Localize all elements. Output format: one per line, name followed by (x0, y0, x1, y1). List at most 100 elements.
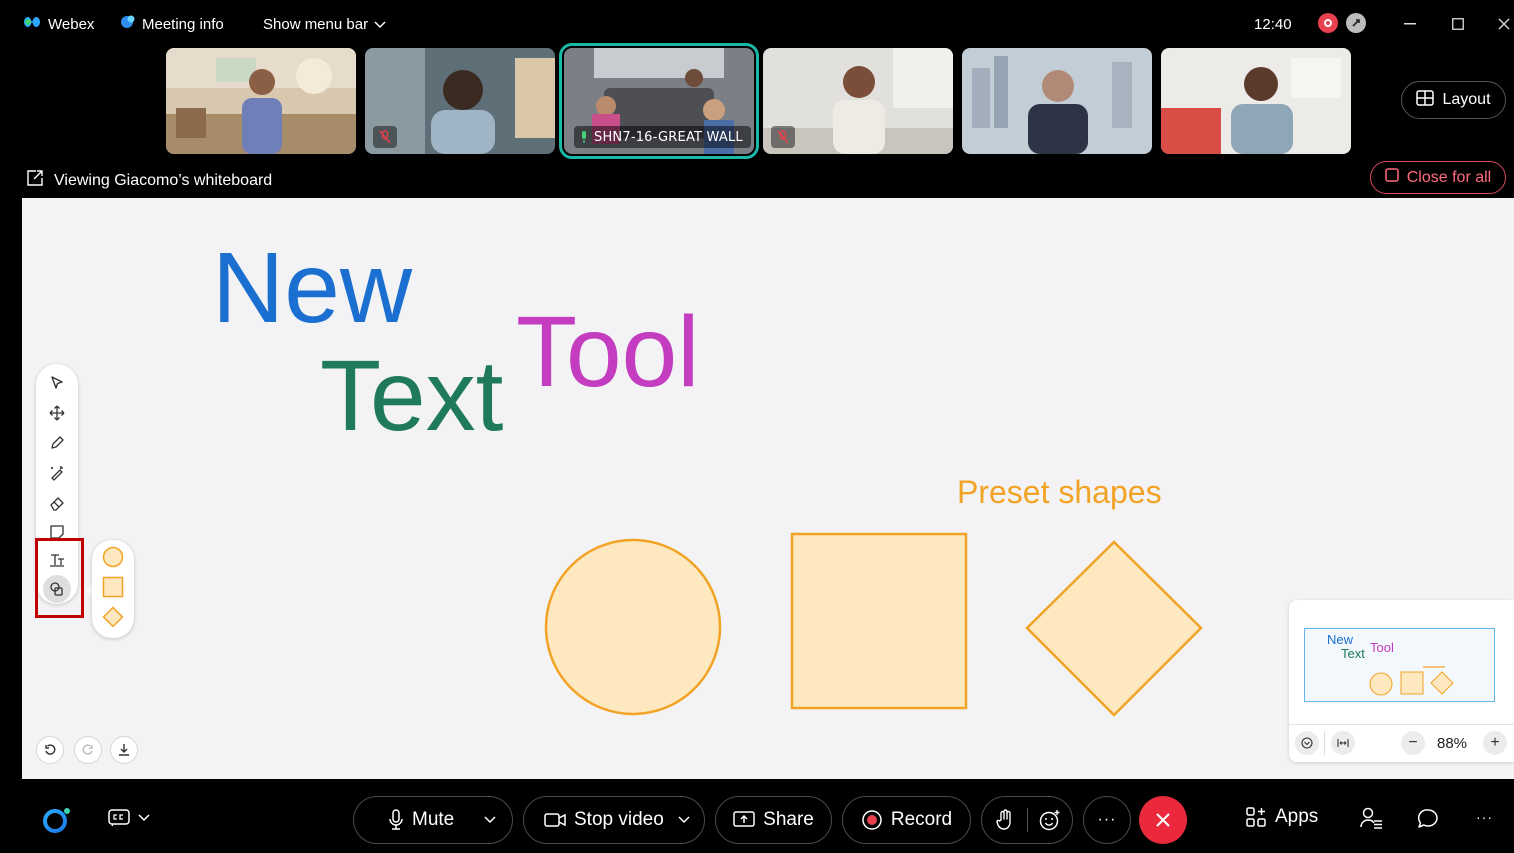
fit-width-icon (1337, 739, 1349, 747)
participants-icon (1360, 807, 1382, 829)
select-tool[interactable] (43, 369, 71, 397)
redo-button[interactable] (74, 736, 102, 764)
meeting-info-button[interactable]: Meeting info (120, 14, 224, 34)
chat-icon (1417, 809, 1438, 828)
close-icon (1498, 18, 1510, 30)
leave-meeting-button[interactable] (1139, 796, 1187, 844)
chevron-down-icon (374, 16, 386, 33)
chat-button[interactable] (1417, 808, 1439, 830)
apps-icon (1246, 807, 1266, 827)
show-menu-bar-button[interactable]: Show menu bar (263, 14, 386, 34)
clock: 12:40 (1254, 14, 1292, 34)
share-label: Share (763, 809, 814, 830)
video-camera-icon (544, 813, 566, 827)
preset-circle (544, 538, 722, 716)
circle-shape-option[interactable] (101, 545, 125, 569)
closed-captions-icon (108, 809, 130, 827)
share-button[interactable]: Share (715, 796, 832, 844)
more-options-button[interactable]: ··· (1083, 796, 1131, 844)
download-button[interactable] (110, 736, 138, 764)
show-menu-bar-label: Show menu bar (263, 15, 369, 33)
participant-video-5[interactable] (962, 48, 1152, 154)
close-icon (1156, 813, 1170, 827)
maximize-icon (1452, 18, 1464, 30)
microphone-icon (389, 809, 403, 830)
captions-button[interactable] (108, 809, 150, 827)
minimize-button[interactable] (1398, 12, 1422, 36)
close-window-button[interactable] (1492, 12, 1514, 36)
record-label: Record (890, 809, 953, 830)
reactions-button[interactable] (1028, 809, 1072, 831)
emoji-icon (1039, 810, 1059, 831)
mic-muted-icon (373, 126, 397, 148)
encryption-icon[interactable] (1346, 13, 1366, 33)
stop-video-label: Stop video (574, 809, 664, 830)
diamond-icon (102, 606, 124, 628)
diamond-shape-option[interactable] (101, 605, 125, 629)
eraser-icon (50, 497, 64, 511)
mute-label: Mute (412, 809, 455, 830)
select-icon (51, 376, 63, 389)
square-shape-option[interactable] (101, 575, 125, 599)
reactions-group (981, 796, 1073, 844)
participant-video-2[interactable] (365, 48, 555, 154)
more-icon: ··· (1097, 811, 1117, 828)
magic-pen-tool[interactable] (43, 459, 71, 487)
checkbox-icon (1385, 168, 1399, 187)
eraser-tool[interactable] (43, 489, 71, 517)
recording-indicator-icon (1318, 13, 1338, 33)
annotation-highlight (35, 538, 84, 618)
meeting-info-icon (120, 14, 136, 34)
minus-icon: − (1408, 734, 1418, 751)
minimap-collapse-button[interactable] (1295, 731, 1319, 755)
overflow-menu-button[interactable]: ··· (1476, 809, 1493, 825)
fit-to-screen-button[interactable] (1331, 731, 1355, 755)
webex-assistant-button[interactable] (42, 806, 72, 839)
share-screen-icon (733, 811, 755, 827)
participant-video-1[interactable] (166, 48, 356, 154)
zoom-out-button[interactable]: − (1401, 731, 1425, 755)
minimap-viewport[interactable]: New Text Tool (1304, 628, 1495, 702)
webex-app-menu[interactable]: Webex (22, 14, 94, 34)
mic-muted-icon (771, 126, 795, 148)
mute-button[interactable]: Mute (353, 796, 513, 844)
chevron-down-icon (138, 814, 150, 822)
participant-video-4[interactable] (763, 48, 953, 154)
app-name: Webex (48, 15, 95, 33)
minimap-panel: New Text Tool − 88% + (1289, 600, 1514, 762)
pen-tool[interactable] (43, 429, 71, 457)
participant-name: SHN7-16-GREAT WALL (594, 129, 743, 145)
plus-icon: + (1490, 734, 1500, 751)
assistant-icon (43, 808, 70, 833)
apps-button[interactable]: Apps (1245, 806, 1318, 828)
move-tool[interactable] (43, 399, 71, 427)
move-icon (49, 405, 65, 421)
maximize-button[interactable] (1446, 12, 1470, 36)
meeting-controls-bar: Mute Stop video Share Record ··· Apps ··… (0, 779, 1514, 853)
record-icon (862, 810, 882, 830)
whiteboard-canvas[interactable]: New Text Tool Preset shapes New Text Too… (22, 198, 1514, 779)
participants-button[interactable] (1360, 807, 1384, 829)
participant-video-3[interactable]: SHN7-16-GREAT WALL (559, 43, 759, 159)
raise-hand-icon (995, 809, 1011, 830)
record-button[interactable]: Record (842, 796, 971, 844)
more-icon: ··· (1476, 809, 1493, 825)
zoom-in-button[interactable]: + (1483, 731, 1507, 755)
chevron-down-circle-icon (1301, 737, 1313, 749)
chevron-down-icon (678, 816, 690, 824)
layout-button[interactable]: Layout (1401, 81, 1506, 119)
layout-label: Layout (1442, 91, 1491, 108)
close-for-all-label: Close for all (1406, 168, 1492, 186)
preset-diamond (1025, 540, 1203, 717)
stop-video-button[interactable]: Stop video (523, 796, 705, 844)
undo-icon (45, 744, 56, 755)
redo-icon (82, 744, 93, 755)
viewing-label: Viewing Giacomo’s whiteboard (54, 171, 273, 189)
raise-hand-button[interactable] (983, 809, 1027, 831)
participant-video-6[interactable] (1161, 48, 1351, 154)
close-for-all-button[interactable]: Close for all (1370, 161, 1506, 194)
chevron-down-icon (484, 816, 496, 824)
minimap-shapes (1369, 666, 1454, 696)
undo-button[interactable] (36, 736, 64, 764)
shape-options-popover (92, 540, 134, 638)
